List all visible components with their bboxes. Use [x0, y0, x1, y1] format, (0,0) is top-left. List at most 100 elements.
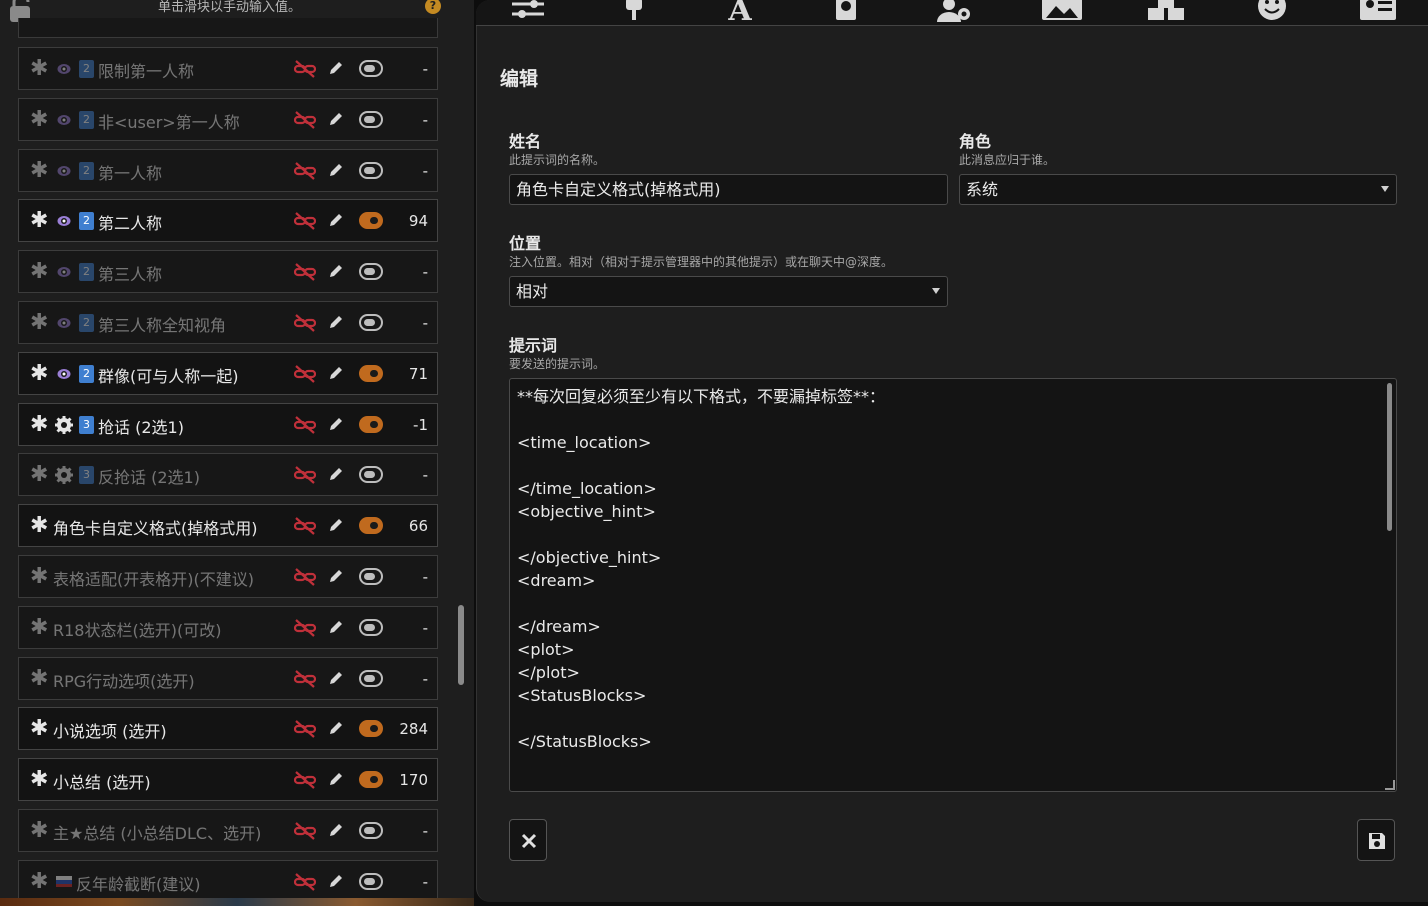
drag-handle-icon[interactable]: ✱: [30, 514, 48, 538]
pencil-icon[interactable]: [328, 466, 344, 482]
pencil-icon[interactable]: [328, 720, 344, 736]
image-icon[interactable]: [1042, 0, 1082, 24]
prompt-row[interactable]: ✱ 3 抢话 (2选1) -1: [18, 402, 438, 446]
unlink-icon[interactable]: [294, 516, 316, 536]
unlink-icon[interactable]: [294, 770, 316, 790]
prompt-textarea[interactable]: **每次回复必须至少有以下格式，不要漏掉标签**： <time_location…: [509, 378, 1397, 792]
prompt-row[interactable]: ✱ 主★总结 (小总结DLC、选开) -: [18, 808, 438, 852]
prompt-row[interactable]: ✱ 2 非<user>第一人称 -: [18, 97, 438, 141]
pencil-icon[interactable]: [328, 619, 344, 635]
drag-handle-icon[interactable]: ✱: [30, 666, 48, 691]
prompt-row[interactable]: ✱ 小总结 (选开) 170: [18, 758, 438, 802]
enable-toggle[interactable]: [359, 618, 383, 636]
enable-toggle[interactable]: [359, 263, 383, 281]
prompt-name[interactable]: 主★总结 (小总结DLC、选开): [53, 820, 261, 844]
prompt-name[interactable]: RPG行动选项(选开): [53, 668, 195, 692]
enable-toggle[interactable]: [359, 720, 383, 738]
drag-handle-icon[interactable]: ✱: [30, 564, 48, 589]
prompt-name[interactable]: 表格适配(开表格开)(不建议): [53, 566, 254, 590]
unlink-icon[interactable]: [294, 262, 316, 282]
unlink-icon[interactable]: [294, 872, 316, 892]
enable-toggle[interactable]: [359, 771, 383, 789]
pencil-icon[interactable]: [328, 670, 344, 686]
pencil-icon[interactable]: [328, 111, 344, 127]
plug-icon[interactable]: [614, 0, 654, 24]
enable-toggle[interactable]: [359, 415, 383, 433]
close-button[interactable]: [509, 819, 547, 861]
unlink-icon[interactable]: [294, 618, 316, 638]
prompt-row[interactable]: ✱ 2 第二人称 94: [18, 199, 438, 243]
unlink-icon[interactable]: [294, 465, 316, 485]
pencil-icon[interactable]: [328, 568, 344, 584]
unlink-icon[interactable]: [294, 364, 316, 384]
drag-handle-icon[interactable]: ✱: [30, 260, 48, 284]
unlink-icon[interactable]: [294, 59, 316, 79]
unlink-icon[interactable]: [294, 161, 316, 181]
enable-toggle[interactable]: [359, 669, 383, 687]
prompt-name[interactable]: 第三人称全知视角: [98, 312, 226, 336]
prompt-name[interactable]: 第二人称: [98, 210, 162, 234]
pencil-icon[interactable]: [328, 263, 344, 279]
pencil-icon[interactable]: [328, 517, 344, 533]
prompt-name[interactable]: 非<user>第一人称: [98, 109, 240, 133]
unlink-icon[interactable]: [294, 211, 316, 231]
drag-handle-icon[interactable]: ✱: [30, 158, 48, 183]
pencil-icon[interactable]: [328, 365, 344, 381]
pencil-icon[interactable]: [328, 162, 344, 178]
enable-toggle[interactable]: [359, 872, 383, 890]
prompt-name[interactable]: 反年龄截断(建议): [76, 871, 201, 895]
unlink-icon[interactable]: [294, 110, 316, 130]
prompt-name[interactable]: 限制第一人称: [98, 58, 194, 82]
user-gear-icon[interactable]: [934, 0, 974, 24]
prompt-row[interactable]: ✱ 2 限制第一人称 -: [18, 47, 438, 90]
smile-icon[interactable]: [1252, 0, 1292, 24]
drag-handle-icon[interactable]: ✱: [30, 57, 48, 81]
prompt-name[interactable]: 第三人称: [98, 261, 162, 285]
help-icon[interactable]: ?: [425, 0, 441, 14]
enable-toggle[interactable]: [359, 161, 383, 179]
pencil-icon[interactable]: [328, 212, 344, 228]
pencil-icon[interactable]: [328, 314, 344, 330]
unlink-icon[interactable]: [294, 313, 316, 333]
prompt-name[interactable]: 角色卡自定义格式(掉格式用): [53, 515, 258, 539]
prompt-row[interactable]: ✱ 3 反抢话 (2选1) -: [18, 453, 438, 497]
unlink-icon[interactable]: [294, 719, 316, 739]
prompt-row[interactable]: ✱ RPG行动选项(选开) -: [18, 656, 438, 700]
prompt-name[interactable]: R18状态栏(选开)(可改): [53, 617, 221, 641]
drag-handle-icon[interactable]: ✱: [30, 412, 48, 437]
font-icon[interactable]: A: [720, 0, 760, 28]
position-select[interactable]: 相对: [509, 276, 948, 307]
prompt-row[interactable]: ✱ 2 群像(可与人称一起) 71: [18, 351, 438, 395]
unlink-icon[interactable]: [294, 567, 316, 587]
pencil-icon[interactable]: [328, 822, 344, 838]
pencil-icon[interactable]: [328, 873, 344, 889]
prompt-name[interactable]: 反抢话 (2选1): [98, 464, 200, 488]
drag-handle-icon[interactable]: ✱: [30, 463, 48, 487]
prompt-row[interactable]: ✱ 反年龄截断(建议) -: [18, 859, 438, 903]
role-select[interactable]: 系统: [959, 174, 1397, 205]
drag-handle-icon[interactable]: ✱: [30, 615, 48, 640]
id-card-icon[interactable]: [1358, 0, 1398, 24]
enable-toggle[interactable]: [359, 821, 383, 839]
unlink-icon[interactable]: [294, 415, 316, 435]
enable-toggle[interactable]: [359, 60, 383, 77]
prompt-name-input[interactable]: 角色卡自定义格式(掉格式用): [509, 174, 948, 205]
drag-handle-icon[interactable]: ✱: [30, 310, 48, 335]
drag-handle-icon[interactable]: ✱: [30, 869, 48, 894]
cubes-icon[interactable]: [1146, 0, 1186, 24]
sliders-icon[interactable]: [508, 0, 548, 24]
enable-toggle[interactable]: [359, 313, 383, 331]
enable-toggle[interactable]: [359, 517, 383, 535]
drag-handle-icon[interactable]: ✱: [30, 717, 48, 741]
enable-toggle[interactable]: [359, 364, 383, 382]
unlink-icon[interactable]: [294, 669, 316, 689]
unlink-icon[interactable]: [294, 821, 316, 841]
prompt-name[interactable]: 小说选项 (选开): [53, 718, 167, 742]
pencil-icon[interactable]: [328, 416, 344, 432]
prompt-row[interactable]: ✱ 2 第一人称 -: [18, 148, 438, 192]
prompt-row[interactable]: ✱ 表格适配(开表格开)(不建议) -: [18, 554, 438, 598]
save-button[interactable]: [1357, 819, 1395, 861]
book-globe-icon[interactable]: [826, 0, 866, 24]
drag-handle-icon[interactable]: ✱: [30, 768, 48, 792]
drag-handle-icon[interactable]: ✱: [30, 209, 48, 233]
